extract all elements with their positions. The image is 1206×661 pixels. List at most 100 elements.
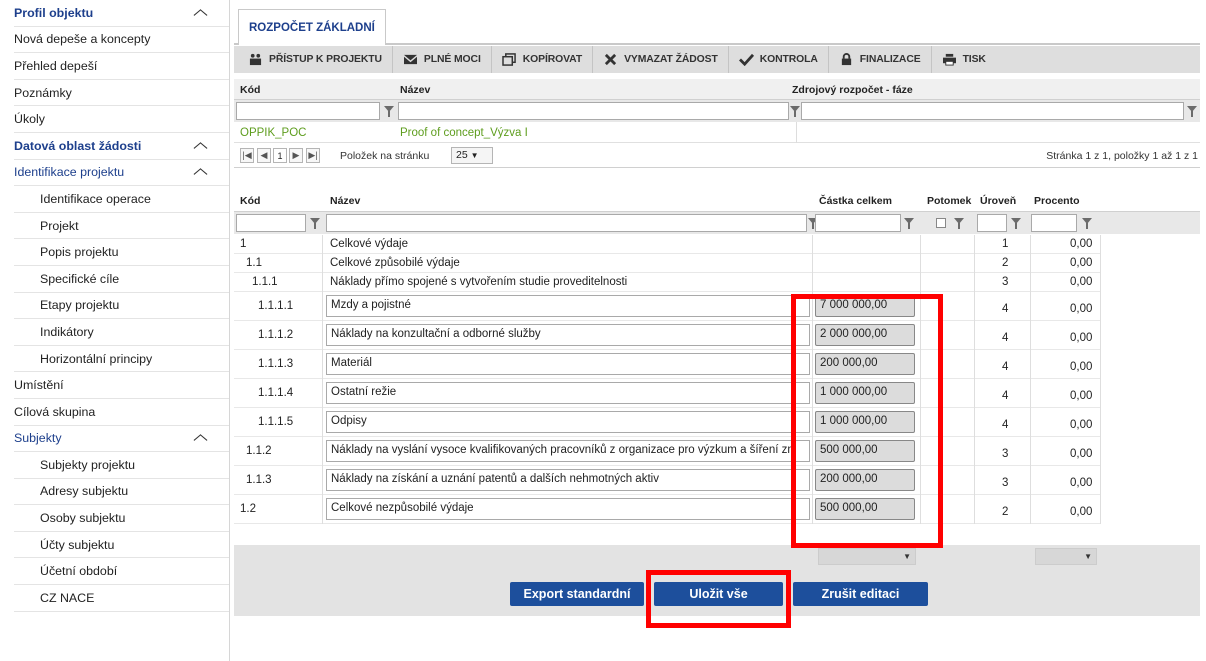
col-header-zdroj[interactable]: Zdrojový rozpočet - fáze [792, 84, 913, 96]
sidebar-item-subjekty[interactable]: Subjekty [14, 426, 229, 453]
cell-castka-input[interactable]: 200 000,00 [815, 353, 915, 375]
col-header-kod[interactable]: Kód [240, 195, 260, 207]
sidebar-item-profil-objektu[interactable]: Profil objektu [14, 0, 229, 27]
filter-input-nazev[interactable] [326, 214, 807, 232]
cell-castka-input[interactable]: 7 000 000,00 [815, 295, 915, 317]
kopirovat-button[interactable]: KOPÍROVAT [492, 46, 594, 73]
next-page-icon[interactable]: ▶ [289, 148, 303, 163]
col-header-nazev[interactable]: Název [400, 84, 430, 96]
sidebar-item-poznamky[interactable]: Poznámky [14, 80, 229, 107]
col-header-potomek[interactable]: Potomek [927, 195, 971, 207]
col-header-uroven[interactable]: Úroveň [980, 195, 1016, 207]
cell-edit-box[interactable] [794, 469, 810, 491]
sidebar-item-cz-nace[interactable]: CZ NACE [14, 585, 229, 612]
kontrola-button[interactable]: KONTROLA [729, 46, 829, 73]
cell-edit-box[interactable] [794, 498, 810, 520]
filter-input-castka[interactable] [815, 214, 901, 232]
save-all-button[interactable]: Uložit vše [654, 582, 783, 606]
sidebar-item-identifikace-projektu[interactable]: Identifikace projektu [14, 160, 229, 187]
last-page-icon[interactable]: ▶| [306, 148, 320, 163]
sidebar-item-prehled-depesi[interactable]: Přehled depeší [14, 53, 229, 80]
filter-icon[interactable] [383, 104, 395, 118]
sidebar-item-adresy-subjektu[interactable]: Adresy subjektu [14, 479, 229, 506]
table-row[interactable]: 1.2 Celkové nezpůsobilé výdaje 500 000,00 2… [234, 495, 1101, 524]
footer-select[interactable] [818, 548, 916, 565]
sidebar-item-specificke-cile[interactable]: Specifické cíle [14, 266, 229, 293]
cell-nazev-input[interactable]: Náklady na vyslání vysoce kvalifikovanýc… [326, 440, 806, 462]
filter-input-nazev[interactable] [398, 102, 789, 120]
sidebar-item-ucetni-obdobi[interactable]: Účetní období [14, 558, 229, 586]
filter-input-kod[interactable] [236, 102, 380, 120]
filter-icon[interactable] [1010, 216, 1022, 230]
tisk-button[interactable]: TISK [932, 46, 996, 73]
filter-icon[interactable] [309, 216, 321, 230]
filter-input-uroven[interactable] [977, 214, 1007, 232]
finalizace-button[interactable]: FINALIZACE [829, 46, 932, 73]
cell-castka-input[interactable]: 500 000,00 [815, 440, 915, 462]
cell-edit-box[interactable] [794, 440, 810, 462]
cell-castka-input[interactable]: 500 000,00 [815, 498, 915, 520]
filter-input-procento[interactable] [1031, 214, 1077, 232]
sidebar-item-identifikace-operace[interactable]: Identifikace operace [14, 186, 229, 213]
filter-icon[interactable] [903, 216, 915, 230]
filter-icon[interactable] [789, 104, 801, 118]
cell-edit-box[interactable] [794, 382, 810, 404]
cell-edit-box[interactable] [794, 324, 810, 346]
table-row[interactable]: 1.1.1.4 Ostatní režie 1 000 000,00 4 0,00 [234, 379, 1101, 408]
sidebar-item-cilova-skupina[interactable]: Cílová skupina [14, 399, 229, 426]
sidebar-item-projekt[interactable]: Projekt [14, 213, 229, 240]
cell-nazev-input[interactable]: Odpisy [326, 411, 806, 433]
cell-castka-input[interactable]: 1 000 000,00 [815, 411, 915, 433]
sidebar-item-ukoly[interactable]: Úkoly [14, 106, 229, 133]
filter-input-kod[interactable] [236, 214, 306, 232]
table-row[interactable]: 1.1.1.2 Náklady na konzultační a odborné … [234, 321, 1101, 350]
cell-nazev-input[interactable]: Náklady na získání a uznání patentů a da… [326, 469, 806, 491]
sidebar-item-nova-depese[interactable]: Nová depeše a koncepty [14, 27, 229, 54]
chevron-up-icon[interactable] [193, 141, 207, 151]
chevron-up-icon[interactable] [193, 8, 207, 18]
sidebar-item-popis-projektu[interactable]: Popis projektu [14, 239, 229, 266]
tab-rozpocet-zakladni[interactable]: ROZPOČET ZÁKLADNÍ [238, 9, 386, 45]
filter-input-zdroj[interactable] [801, 102, 1184, 120]
sidebar-item-osoby-subjektu[interactable]: Osoby subjektu [14, 505, 229, 532]
filter-icon[interactable] [953, 216, 965, 230]
col-header-castka[interactable]: Částka celkem [819, 195, 892, 207]
sidebar-item-umisteni[interactable]: Umístění [14, 372, 229, 399]
table-row[interactable]: 1.1.1 Náklady přímo spojené s vytvořením … [234, 273, 1101, 292]
cell-nazev-input[interactable]: Materiál [326, 353, 806, 375]
vymazat-zadost-button[interactable]: VYMAZAT ŽÁDOST [593, 46, 729, 73]
cell-castka-input[interactable]: 1 000 000,00 [815, 382, 915, 404]
table-row[interactable]: 1.1 Celkové způsobilé výdaje 2 0,00 [234, 254, 1101, 273]
table-row[interactable]: 1.1.1.3 Materiál 200 000,00 4 0,00 [234, 350, 1101, 379]
sidebar-item-etapy-projektu[interactable]: Etapy projektu [14, 293, 229, 320]
filter-checkbox-potomek[interactable] [936, 218, 946, 228]
cell-edit-box[interactable] [794, 353, 810, 375]
pristup-k-projektu-button[interactable]: PŘÍSTUP K PROJEKTU [238, 46, 393, 73]
per-page-select[interactable]: 25 ▼ [451, 147, 493, 164]
cancel-edit-button[interactable]: Zrušit editaci [793, 582, 928, 606]
footer-select[interactable] [1035, 548, 1097, 565]
chevron-up-icon[interactable] [193, 167, 207, 177]
table-row[interactable]: 1.1.3 Náklady na získání a uznání patentů… [234, 466, 1101, 495]
table-row[interactable]: 1.1.1.5 Odpisy 1 000 000,00 4 0,00 [234, 408, 1101, 437]
page-number[interactable]: 1 [273, 148, 287, 163]
cell-castka-input[interactable]: 2 000 000,00 [815, 324, 915, 346]
prev-page-icon[interactable]: ◀ [257, 148, 271, 163]
export-button[interactable]: Export standardní [510, 582, 644, 606]
sidebar-item-datova-oblast[interactable]: Datová oblast žádosti [14, 133, 229, 160]
cell-edit-box[interactable] [794, 295, 810, 317]
table-row[interactable]: OPPIK_POC Proof of concept_Výzva I [234, 122, 1200, 143]
sidebar-item-ucty-subjektu[interactable]: Účty subjektu [14, 532, 229, 559]
first-page-icon[interactable]: |◀ [240, 148, 254, 163]
cell-nazev-input[interactable]: Ostatní režie [326, 382, 806, 404]
col-header-nazev[interactable]: Název [330, 195, 360, 207]
table-row[interactable]: 1.1.1.1 Mzdy a pojistné 7 000 000,00 4 0,00 [234, 292, 1101, 321]
cell-edit-box[interactable] [794, 411, 810, 433]
filter-icon[interactable] [1081, 216, 1093, 230]
sidebar-item-indikatory[interactable]: Indikátory [14, 319, 229, 346]
col-header-procento[interactable]: Procento [1034, 195, 1080, 207]
plne-moci-button[interactable]: PLNÉ MOCI [393, 46, 492, 73]
col-header-kod[interactable]: Kód [240, 84, 260, 96]
filter-icon[interactable] [1186, 104, 1198, 118]
table-row[interactable]: 1.1.2 Náklady na vyslání vysoce kvalifiko… [234, 437, 1101, 466]
